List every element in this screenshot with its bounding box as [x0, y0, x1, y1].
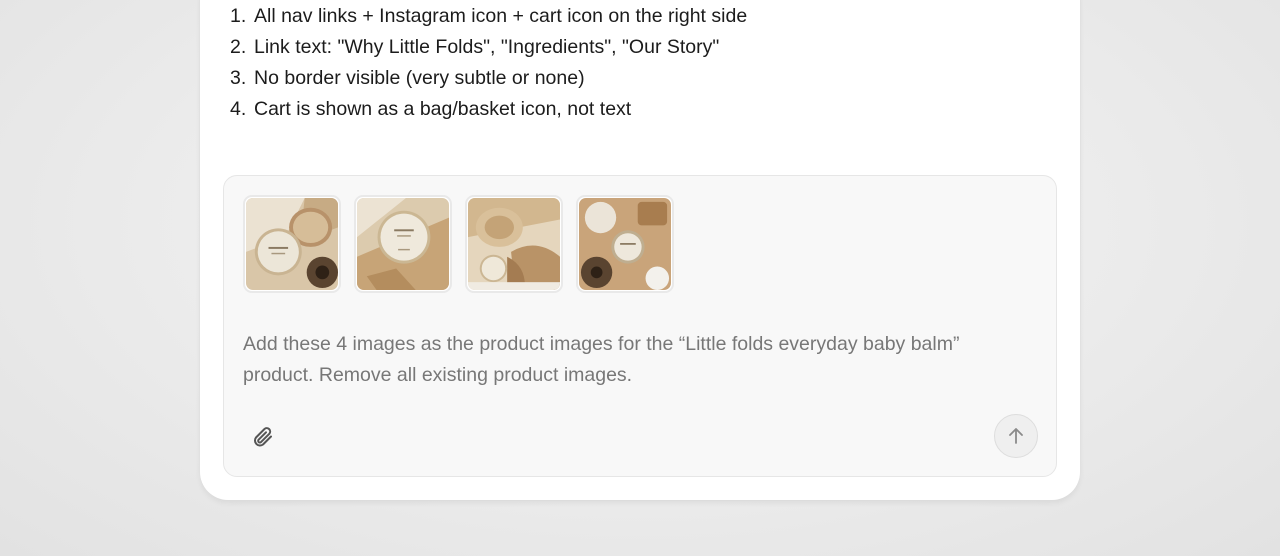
attachment-thumbnail-2[interactable] [354, 195, 452, 293]
product-photo-2 [357, 198, 449, 290]
list-item: 4. Cart is shown as a bag/basket icon, no… [230, 98, 632, 120]
list-item: 1. All nav links + Instagram icon + cart … [230, 5, 748, 27]
attachment-thumbnails [243, 195, 674, 293]
attachment-thumbnail-3[interactable] [465, 195, 563, 293]
attach-button[interactable] [248, 422, 278, 452]
product-photo-3 [468, 198, 560, 290]
paperclip-icon [254, 427, 272, 447]
prompt-input[interactable]: Add these 4 images as the product images… [243, 329, 1033, 391]
product-photo-1 [246, 198, 338, 290]
attachment-thumbnail-4[interactable] [576, 195, 674, 293]
chat-card: 1. All nav links + Instagram icon + cart … [200, 0, 1080, 500]
arrow-up-icon [1009, 428, 1023, 444]
list-item: 3. No border visible (very subtle or none… [230, 67, 585, 89]
send-button[interactable] [994, 414, 1038, 458]
list-item: 2. Link text: "Why Little Folds", "Ingred… [230, 36, 720, 58]
attachment-thumbnail-1[interactable] [243, 195, 341, 293]
product-photo-4 [579, 198, 671, 290]
message-composer[interactable]: Add these 4 images as the product images… [223, 175, 1057, 477]
